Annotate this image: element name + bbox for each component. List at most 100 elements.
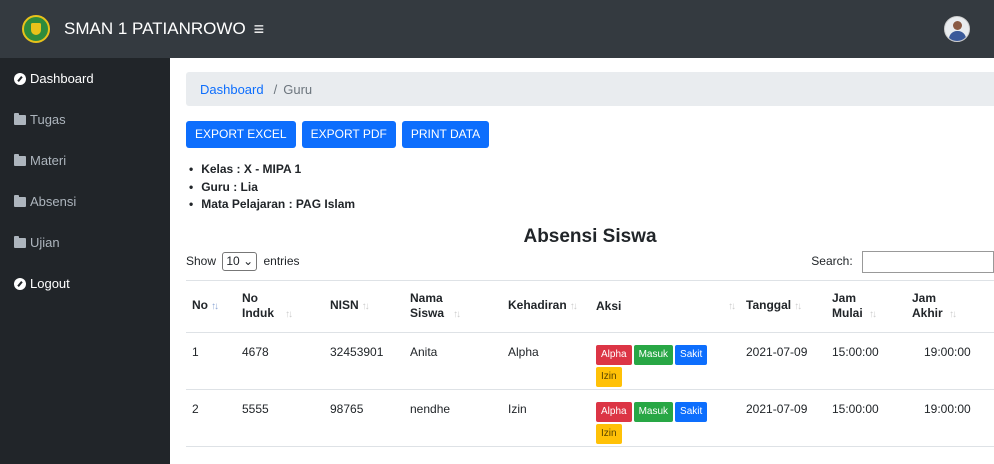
cell-no: 1 — [186, 332, 236, 390]
sort-icon: ↑↓ — [728, 300, 736, 312]
sakit-button[interactable]: Sakit — [675, 401, 708, 422]
folder-icon — [14, 194, 26, 207]
cell-nama: Anita — [404, 332, 502, 390]
sidebar-item-materi[interactable]: Materi — [0, 140, 170, 181]
sidebar-item-absensi[interactable]: Absensi — [0, 181, 170, 222]
sort-icon: ↑↓ — [794, 301, 802, 312]
export-pdf-button[interactable]: EXPORT PDF — [301, 121, 396, 148]
sidebar-toggle-icon[interactable]: ≡ — [254, 19, 265, 40]
breadcrumb: Dashboard / Guru — [186, 72, 994, 106]
main-content: Dashboard / Guru EXPORT EXCEL EXPORT PDF… — [186, 72, 994, 447]
cell-aksi: Alpha Masuk Sakit Izin — [590, 389, 740, 447]
izin-button[interactable]: Izin — [596, 423, 622, 444]
search-label: Search: — [811, 253, 853, 268]
col-header-kehadiran[interactable]: Kehadiran ↑↓ — [502, 279, 590, 333]
cell-no: 2 — [186, 389, 236, 447]
cell-tanggal: 2021-07-09 — [740, 389, 826, 447]
entries-select[interactable]: 10 ⌄ — [222, 252, 258, 271]
table-title: Absensi Siswa — [523, 225, 657, 247]
breadcrumb-home-link[interactable]: Dashboard — [200, 82, 264, 97]
cell-kehadiran: Alpha — [502, 332, 590, 390]
sort-icon: ↑↓ — [361, 301, 370, 312]
top-navbar: SMAN 1 PATIANROWO ≡ — [0, 0, 994, 58]
user-avatar[interactable] — [944, 16, 970, 42]
col-header-nama-siswa[interactable]: Nama Siswa ↑↓ — [404, 279, 502, 333]
cell-nama: nendhe — [404, 389, 502, 447]
alpha-button[interactable]: Alpha — [596, 401, 632, 422]
sidebar-item-dashboard[interactable]: Dashboard — [0, 58, 170, 99]
brand-title[interactable]: SMAN 1 PATIANROWO — [64, 19, 246, 39]
col-header-label: No Induk — [242, 290, 274, 320]
col-header-label: Aksi — [596, 298, 622, 313]
tachometer-icon — [14, 277, 26, 290]
sidebar-item-label: Ujian — [30, 235, 60, 250]
search-control: Search: — [811, 250, 994, 273]
cell-jam-mulai: 15:00:00 — [826, 389, 906, 447]
tachometer-icon — [14, 72, 26, 85]
sort-icon: ↑↓ — [949, 308, 957, 320]
masuk-button[interactable]: Masuk — [633, 344, 674, 365]
print-data-button[interactable]: PRINT DATA — [401, 121, 490, 148]
col-header-aksi[interactable]: Aksi ↑↓ — [590, 279, 740, 333]
sort-icon: ↑↓ — [285, 308, 293, 320]
cell-tanggal: 2021-07-09 — [740, 332, 826, 390]
info-mapel: Mata Pelajaran : PAG Islam — [186, 196, 994, 214]
cell-kehadiran: Izin — [502, 389, 590, 447]
breadcrumb-separator: / — [273, 81, 278, 97]
class-info-list: Kelas : X - MIPA 1 Guru : Lia Mata Pelaj… — [186, 161, 994, 214]
info-kelas: Kelas : X - MIPA 1 — [186, 161, 994, 179]
col-header-label: Jam Mulai — [832, 290, 863, 320]
sort-icon: ↑↓ — [453, 308, 461, 320]
izin-button[interactable]: Izin — [596, 366, 622, 387]
table-row: 1 4678 32453901 Anita Alpha Alpha Masuk Sa… — [186, 332, 994, 390]
cell-no-induk: 4678 — [236, 332, 324, 390]
school-logo-icon[interactable] — [22, 15, 50, 43]
sidebar-item-label: Materi — [30, 153, 67, 168]
col-header-no[interactable]: No ↑↓ — [186, 279, 236, 333]
sidebar-item-label: Logout — [30, 276, 70, 291]
col-header-label: Kehadiran — [508, 298, 567, 312]
search-input[interactable] — [862, 250, 994, 273]
col-header-label: NISN — [330, 298, 359, 312]
export-excel-button[interactable]: EXPORT EXCEL — [186, 121, 296, 148]
sidebar-item-tugas[interactable]: Tugas — [0, 99, 170, 140]
folder-icon — [14, 153, 26, 166]
col-header-label: No — [192, 298, 208, 312]
info-guru: Guru : Lia — [186, 179, 994, 197]
col-header-jam-mulai[interactable]: Jam Mulai ↑↓ — [826, 279, 906, 333]
length-control: Show 10 ⌄ entries — [186, 252, 300, 271]
sakit-button[interactable]: Sakit — [675, 344, 708, 365]
sort-icon: ↑↓ — [211, 301, 219, 312]
cell-jam-mulai: 15:00:00 — [826, 332, 906, 390]
sidebar: Dashboard Tugas Materi Absensi Ujian Log… — [0, 58, 170, 464]
cell-aksi: Alpha Masuk Sakit Izin — [590, 332, 740, 390]
col-header-nisn[interactable]: NISN ↑↓ — [324, 279, 404, 333]
entries-select-value: 10 — [226, 254, 240, 268]
col-header-label: Tanggal — [746, 298, 792, 312]
export-toolbar: EXPORT EXCEL EXPORT PDF PRINT DATA — [186, 121, 994, 148]
cell-jam-akhir: 19:00:00 — [906, 389, 994, 447]
sidebar-item-label: Tugas — [30, 112, 66, 127]
table-row: 2 5555 98765 nendhe Izin Alpha Masuk Sakit… — [186, 389, 994, 447]
col-header-label: Nama Siswa — [410, 290, 445, 320]
cell-jam-akhir: 19:00:00 — [906, 332, 994, 390]
show-label: Show — [186, 254, 217, 268]
cell-nisn: 98765 — [324, 389, 404, 447]
cell-nisn: 32453901 — [324, 332, 404, 390]
sidebar-item-label: Absensi — [30, 194, 77, 209]
sort-icon: ↑↓ — [569, 301, 578, 312]
folder-icon — [14, 112, 26, 125]
col-header-jam-akhir[interactable]: Jam Akhir ↑↓ — [906, 279, 994, 333]
cell-no-induk: 5555 — [236, 389, 324, 447]
sidebar-item-logout[interactable]: Logout — [0, 263, 170, 304]
col-header-no-induk[interactable]: No Induk ↑↓ — [236, 279, 324, 333]
alpha-button[interactable]: Alpha — [596, 344, 632, 365]
folder-icon — [14, 235, 26, 248]
sort-icon: ↑↓ — [869, 308, 877, 320]
table-controls: Show 10 ⌄ entries Search: — [186, 250, 994, 274]
sidebar-item-ujian[interactable]: Ujian — [0, 222, 170, 263]
chevron-down-icon: ⌄ — [243, 254, 254, 268]
masuk-button[interactable]: Masuk — [633, 401, 674, 422]
col-header-tanggal[interactable]: Tanggal ↑↓ — [740, 279, 826, 333]
breadcrumb-current: Guru — [283, 81, 313, 97]
